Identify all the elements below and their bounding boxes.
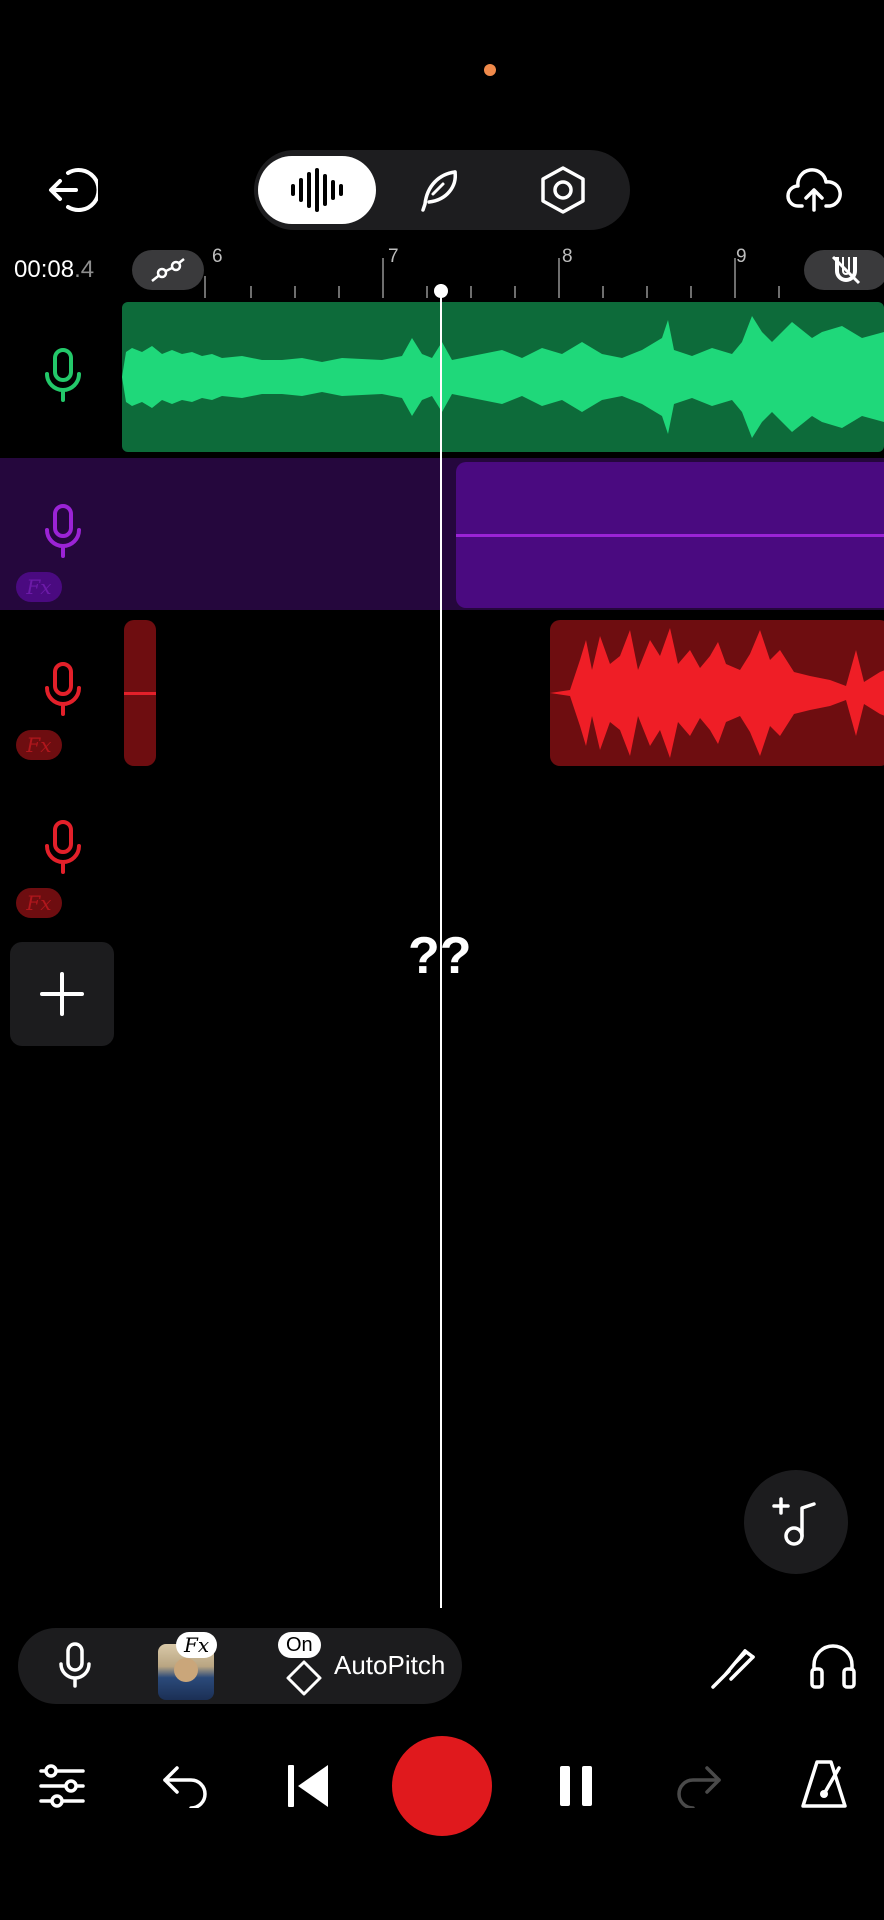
upload-button[interactable] bbox=[784, 162, 844, 218]
timecode-display: 00:08.4 bbox=[14, 256, 94, 284]
headphones-icon bbox=[810, 1644, 856, 1689]
undo-button[interactable] bbox=[156, 1756, 216, 1816]
ruler-label: 8 bbox=[562, 246, 573, 267]
ruler-tick bbox=[646, 286, 648, 298]
thumbnail-figure bbox=[174, 1658, 198, 1682]
microphone-icon bbox=[45, 662, 81, 716]
mode-quill-button[interactable] bbox=[384, 156, 494, 224]
track-4-mic-button[interactable] bbox=[38, 820, 88, 876]
microphone-icon bbox=[45, 820, 81, 874]
undo-icon bbox=[163, 1766, 207, 1808]
ruler-tick bbox=[602, 286, 604, 298]
track-2-fx-badge[interactable]: Fx bbox=[16, 572, 62, 602]
autopitch-toggle[interactable]: On AutoPitch bbox=[262, 1628, 462, 1704]
pause-icon bbox=[560, 1766, 592, 1806]
on-badge: On bbox=[278, 1632, 321, 1658]
ruler-tick bbox=[294, 286, 296, 298]
waveform bbox=[122, 316, 884, 438]
audio-clip[interactable] bbox=[550, 620, 884, 766]
ruler-tick bbox=[470, 286, 472, 298]
pause-button[interactable] bbox=[546, 1756, 606, 1816]
track-1-mic-button[interactable] bbox=[38, 348, 88, 404]
input-mic-button[interactable] bbox=[48, 1638, 102, 1694]
timecode-main: 00:08 bbox=[14, 256, 75, 283]
flat-waveform-line bbox=[456, 534, 884, 537]
ruler-tick bbox=[558, 258, 560, 298]
recording-indicator-dot bbox=[484, 64, 496, 76]
metronome-button[interactable] bbox=[794, 1752, 854, 1816]
audio-clip[interactable] bbox=[122, 302, 884, 452]
ruler-tick bbox=[338, 286, 340, 298]
snap-toggle-button[interactable] bbox=[804, 250, 884, 290]
ruler-tick bbox=[382, 258, 384, 298]
redo-icon bbox=[677, 1766, 721, 1808]
tuning-fork-icon bbox=[711, 1649, 755, 1689]
microphone-icon bbox=[45, 504, 81, 558]
quill-icon bbox=[421, 170, 457, 212]
timecode-fraction: .4 bbox=[74, 256, 95, 283]
track-4-fx-badge[interactable]: Fx bbox=[16, 888, 62, 918]
ruler-tick bbox=[734, 258, 736, 298]
tag-icon bbox=[286, 1660, 322, 1696]
waveform bbox=[550, 628, 884, 758]
ruler-tick bbox=[778, 286, 780, 298]
track-3-fx-badge[interactable]: Fx bbox=[16, 730, 62, 760]
record-button[interactable] bbox=[392, 1736, 492, 1836]
microphone-icon bbox=[45, 348, 81, 402]
waveform-icon bbox=[291, 168, 343, 212]
track-4: Fx bbox=[0, 774, 884, 926]
ruler-label: 6 bbox=[212, 246, 223, 267]
track-2: Fx bbox=[0, 458, 884, 610]
mode-switcher bbox=[254, 150, 630, 230]
ruler-label: 9 bbox=[736, 246, 747, 267]
ruler-tick bbox=[514, 286, 516, 298]
redo-button[interactable] bbox=[668, 1756, 728, 1816]
autopitch-label: AutoPitch bbox=[334, 1650, 446, 1680]
skip-to-start-button[interactable] bbox=[278, 1756, 338, 1816]
microphone-icon bbox=[59, 1642, 91, 1688]
tuning-fork-button[interactable] bbox=[704, 1636, 764, 1696]
ruler-tick bbox=[204, 276, 206, 298]
skip-to-start-icon bbox=[288, 1765, 328, 1807]
add-track-button[interactable] bbox=[10, 942, 114, 1046]
audio-clip[interactable] bbox=[124, 620, 156, 766]
mixer-button[interactable] bbox=[32, 1756, 92, 1816]
ruler-label: 7 bbox=[388, 246, 399, 267]
recording-toolbar: Fx On AutoPitch bbox=[18, 1628, 462, 1704]
track-2-mic-button[interactable] bbox=[38, 504, 88, 560]
automation-button[interactable] bbox=[132, 250, 204, 290]
monitoring-button[interactable] bbox=[802, 1636, 864, 1696]
track-3-mic-button[interactable] bbox=[38, 662, 88, 718]
track-1 bbox=[0, 300, 884, 452]
automation-curve-icon bbox=[151, 258, 185, 282]
ruler-tick bbox=[690, 286, 692, 298]
playhead[interactable] bbox=[440, 284, 442, 1608]
mode-settings-button[interactable] bbox=[504, 156, 622, 224]
metronome-icon bbox=[801, 1760, 847, 1808]
plus-icon bbox=[40, 972, 84, 1016]
add-music-icon bbox=[772, 1497, 816, 1546]
exit-button[interactable] bbox=[42, 164, 102, 216]
ruler-tick bbox=[250, 286, 252, 298]
fx-badge: Fx bbox=[176, 1632, 218, 1658]
magnet-off-icon bbox=[831, 255, 861, 285]
add-music-button[interactable] bbox=[744, 1470, 848, 1574]
cloud-upload-icon bbox=[786, 168, 842, 212]
playhead-handle[interactable] bbox=[434, 284, 448, 298]
sliders-icon bbox=[39, 1764, 85, 1808]
track-3: Fx bbox=[0, 616, 884, 768]
hex-nut-icon bbox=[541, 166, 585, 214]
timeline-ruler[interactable]: 6 7 8 9 bbox=[204, 244, 884, 298]
ruler-tick bbox=[426, 286, 428, 298]
exit-icon bbox=[49, 168, 98, 212]
audio-clip[interactable] bbox=[456, 462, 884, 608]
mode-waveform-button[interactable] bbox=[258, 156, 376, 224]
flat-waveform-line bbox=[124, 692, 156, 695]
